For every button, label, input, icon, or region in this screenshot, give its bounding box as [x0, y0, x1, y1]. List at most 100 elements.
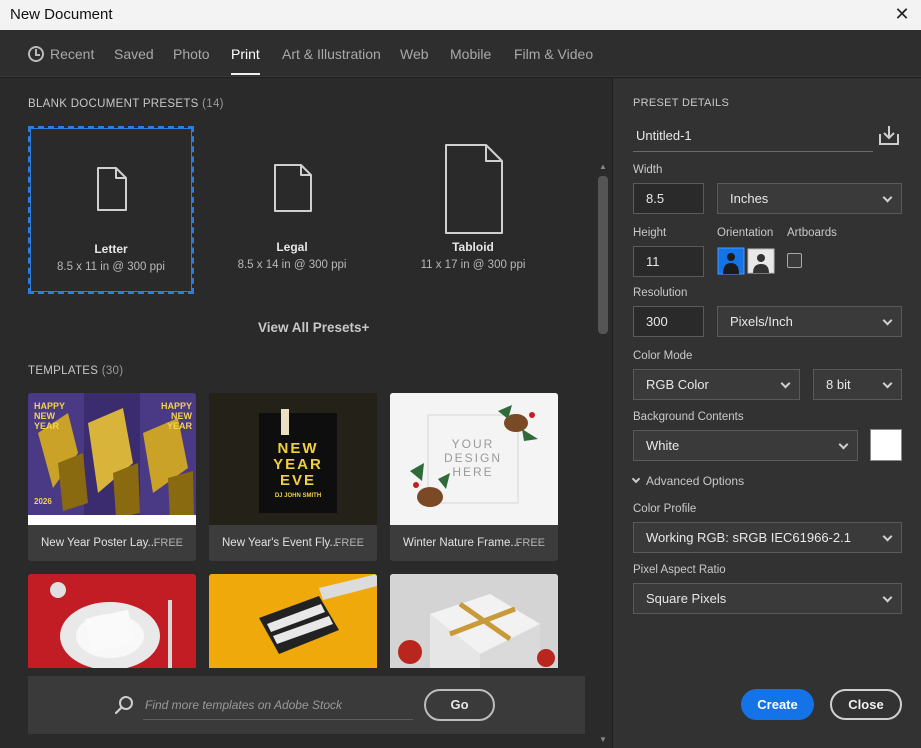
pixel-aspect-ratio-select[interactable]: Square Pixels: [633, 583, 902, 614]
template-card[interactable]: NEW YEAR EVE DJ JOHN SMITH New Year's Ev…: [209, 393, 377, 561]
chevron-down-icon: [882, 378, 893, 389]
width-input[interactable]: 8.5: [633, 183, 704, 214]
preset-legal[interactable]: Legal 8.5 x 14 in @ 300 ppi: [209, 126, 375, 294]
preset-details-heading: PRESET DETAILS: [633, 97, 730, 109]
preset-tabloid[interactable]: Tabloid 11 x 17 in @ 300 ppi: [390, 126, 556, 294]
landscape-orientation-icon[interactable]: [747, 247, 775, 275]
create-button[interactable]: Create: [741, 689, 814, 720]
document-icon: [274, 164, 312, 212]
chevron-down-icon: [882, 592, 893, 603]
background-color-swatch[interactable]: [870, 429, 902, 461]
background-contents-select[interactable]: White: [633, 430, 858, 461]
close-button[interactable]: Close: [830, 689, 902, 720]
resolution-label: Resolution: [633, 287, 688, 299]
stock-search-input[interactable]: Find more templates on Adobe Stock: [143, 692, 413, 720]
present-art: [390, 574, 558, 668]
template-caption: Winter Nature Frame... FREE: [390, 525, 558, 561]
template-price: FREE: [153, 537, 183, 549]
color-mode-label: Color Mode: [633, 350, 693, 362]
flyer-dj-name: DJ JOHN SMITH: [274, 493, 322, 499]
templates-heading: TEMPLATES (30): [28, 365, 124, 377]
preset-dims: 8.5 x 14 in @ 300 ppi: [237, 259, 347, 271]
template-name: New Year Poster Lay...: [41, 537, 158, 549]
document-name-input[interactable]: Untitled-1: [633, 120, 873, 152]
template-thumbnail-partial[interactable]: [209, 574, 377, 668]
preset-details-panel: PRESET DETAILS Untitled-1 Width 8.5 Inch…: [612, 78, 921, 748]
chevron-down-icon: [780, 378, 791, 389]
presets-panel: BLANK DOCUMENT PRESETS (14) Letter 8.5 x…: [0, 78, 612, 748]
color-profile-label: Color Profile: [633, 503, 697, 515]
chevron-down-icon: [882, 531, 893, 542]
chevron-down-icon: [882, 315, 893, 326]
blank-presets-heading: BLANK DOCUMENT PRESETS (14): [28, 98, 224, 110]
artboards-checkbox[interactable]: [787, 253, 802, 268]
save-preset-icon[interactable]: [878, 124, 900, 146]
tab-art-illustration[interactable]: Art & Illustration: [282, 46, 381, 62]
preset-name: Tabloid: [452, 240, 494, 254]
presets-scrollbar[interactable]: ▲ ▼: [596, 162, 610, 747]
pixel-aspect-ratio-label: Pixel Aspect Ratio: [633, 564, 726, 576]
template-caption: New Year Poster Lay... FREE: [28, 525, 196, 561]
tab-photo[interactable]: Photo: [173, 46, 210, 62]
advanced-options-toggle[interactable]: Advanced Options: [631, 474, 744, 488]
template-thumbnail: YOUR DESIGN HERE: [390, 393, 558, 525]
tab-mobile[interactable]: Mobile: [450, 46, 491, 62]
height-label: Height: [633, 227, 667, 239]
resolution-input[interactable]: 300: [633, 306, 704, 337]
dinner-table-art: [28, 574, 196, 668]
background-contents-label: Background Contents: [633, 411, 744, 423]
scroll-up-icon[interactable]: ▲: [598, 162, 608, 172]
chevron-down-icon: [838, 439, 849, 450]
chevron-down-icon: [631, 474, 641, 484]
width-unit-select[interactable]: Inches: [717, 183, 902, 214]
tab-recent[interactable]: Recent: [28, 46, 94, 62]
window-title: New Document: [10, 6, 113, 23]
height-input[interactable]: 11: [633, 246, 704, 277]
scroll-down-icon[interactable]: ▼: [598, 735, 608, 745]
portrait-orientation-icon[interactable]: [717, 247, 745, 275]
tab-print[interactable]: Print: [231, 46, 260, 75]
search-icon: [114, 696, 133, 715]
template-thumbnail: HAPPY NEW YEAR HAPPY NEW YEAR 2026: [28, 393, 196, 525]
template-thumbnail-partial[interactable]: [390, 574, 558, 668]
view-all-presets-link[interactable]: View All Presets+: [258, 320, 369, 335]
tab-film-video[interactable]: Film & Video: [514, 46, 593, 62]
clock-icon: [28, 46, 44, 62]
template-thumbnail-partial[interactable]: [28, 574, 196, 668]
gift-box-art: [209, 574, 377, 668]
blank-presets-count: (14): [202, 98, 224, 110]
artboards-label: Artboards: [787, 227, 837, 239]
orientation-label: Orientation: [717, 227, 774, 239]
tab-web[interactable]: Web: [400, 46, 429, 62]
template-card[interactable]: HAPPY NEW YEAR HAPPY NEW YEAR 2026 New Y…: [28, 393, 196, 561]
frame-placeholder-text: YOUR DESIGN HERE: [443, 437, 502, 479]
template-name: New Year's Event Fly...: [222, 537, 340, 549]
preset-dims: 8.5 x 11 in @ 300 ppi: [56, 261, 165, 273]
tab-saved[interactable]: Saved: [114, 46, 154, 62]
poster-headline: HAPPY NEW YEAR: [34, 401, 65, 431]
template-card[interactable]: YOUR DESIGN HERE Winter Nature Frame... …: [390, 393, 558, 561]
template-price: FREE: [334, 537, 364, 549]
bit-depth-select[interactable]: 8 bit: [813, 369, 902, 400]
preset-name: Legal: [276, 240, 308, 254]
category-tabs: Recent Saved Photo Print Art & Illustrat…: [0, 30, 921, 77]
color-mode-select[interactable]: RGB Color: [633, 369, 800, 400]
poster-year: 2026: [34, 497, 52, 506]
document-icon: [97, 167, 127, 211]
color-profile-select[interactable]: Working RGB: sRGB IEC61966-2.1: [633, 522, 902, 553]
document-icon: [445, 144, 503, 234]
resolution-unit-select[interactable]: Pixels/Inch: [717, 306, 902, 337]
scrollbar-thumb[interactable]: [598, 176, 608, 334]
chevron-down-icon: [882, 192, 893, 203]
preset-name: Letter: [94, 242, 128, 256]
template-caption: New Year's Event Fly... FREE: [209, 525, 377, 561]
width-label: Width: [633, 164, 663, 176]
template-thumbnail: NEW YEAR EVE DJ JOHN SMITH: [209, 393, 377, 525]
preset-letter[interactable]: Letter 8.5 x 11 in @ 300 ppi: [28, 126, 194, 294]
title-bar: New Document ✕: [0, 0, 921, 30]
go-button[interactable]: Go: [424, 689, 495, 721]
flyer-headline: NEW YEAR EVE: [273, 440, 323, 489]
preset-dims: 11 x 17 in @ 300 ppi: [420, 259, 526, 271]
poster-headline: HAPPY NEW YEAR: [160, 401, 192, 431]
window-close-icon[interactable]: ✕: [891, 3, 913, 25]
